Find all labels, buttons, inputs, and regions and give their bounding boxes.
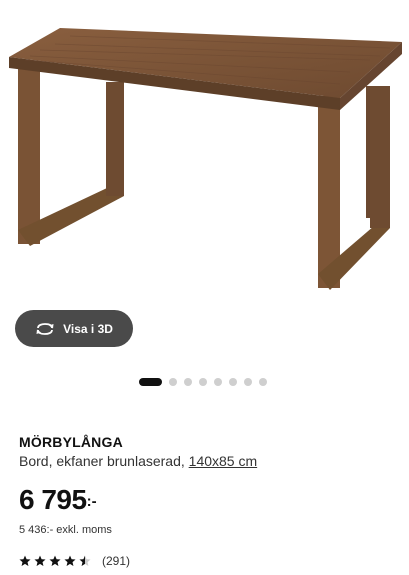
rating-count: (291) [102,554,131,568]
product-price: 6 795 :- [19,484,97,516]
rating-summary[interactable]: (291) [19,554,130,568]
view-in-3d-label: Visa i 3D [63,321,113,336]
table-illustration [9,28,402,290]
price-suffix: :- [86,493,97,510]
carousel-dot[interactable] [214,378,222,386]
product-size-link[interactable]: 140x85 cm [189,453,257,469]
product-description: Bord, ekfaner brunlaserad, 140x85 cm [19,453,257,469]
star-icon [34,555,46,566]
view-in-3d-button[interactable]: Visa i 3D [15,310,133,347]
carousel-dot[interactable] [244,378,252,386]
star-icon [19,555,31,566]
price-main: 6 795 [19,484,87,515]
price-excl-vat: 5 436:- exkl. moms [19,524,112,536]
product-name: MÖRBYLÅNGA [19,434,123,450]
rotate-3d-icon [35,322,55,336]
product-image[interactable] [0,0,409,305]
star-icon [49,555,61,566]
carousel-dot[interactable] [199,378,207,386]
carousel-dot[interactable] [184,378,192,386]
star-icon [64,555,76,566]
carousel-dot[interactable] [229,378,237,386]
carousel-dot[interactable] [169,378,177,386]
carousel-dot[interactable] [259,378,267,386]
product-description-text: Bord, ekfaner brunlaserad, [19,453,185,469]
carousel-dot-active[interactable] [139,378,162,386]
carousel-pagination [139,378,267,386]
star-icon [79,555,91,566]
